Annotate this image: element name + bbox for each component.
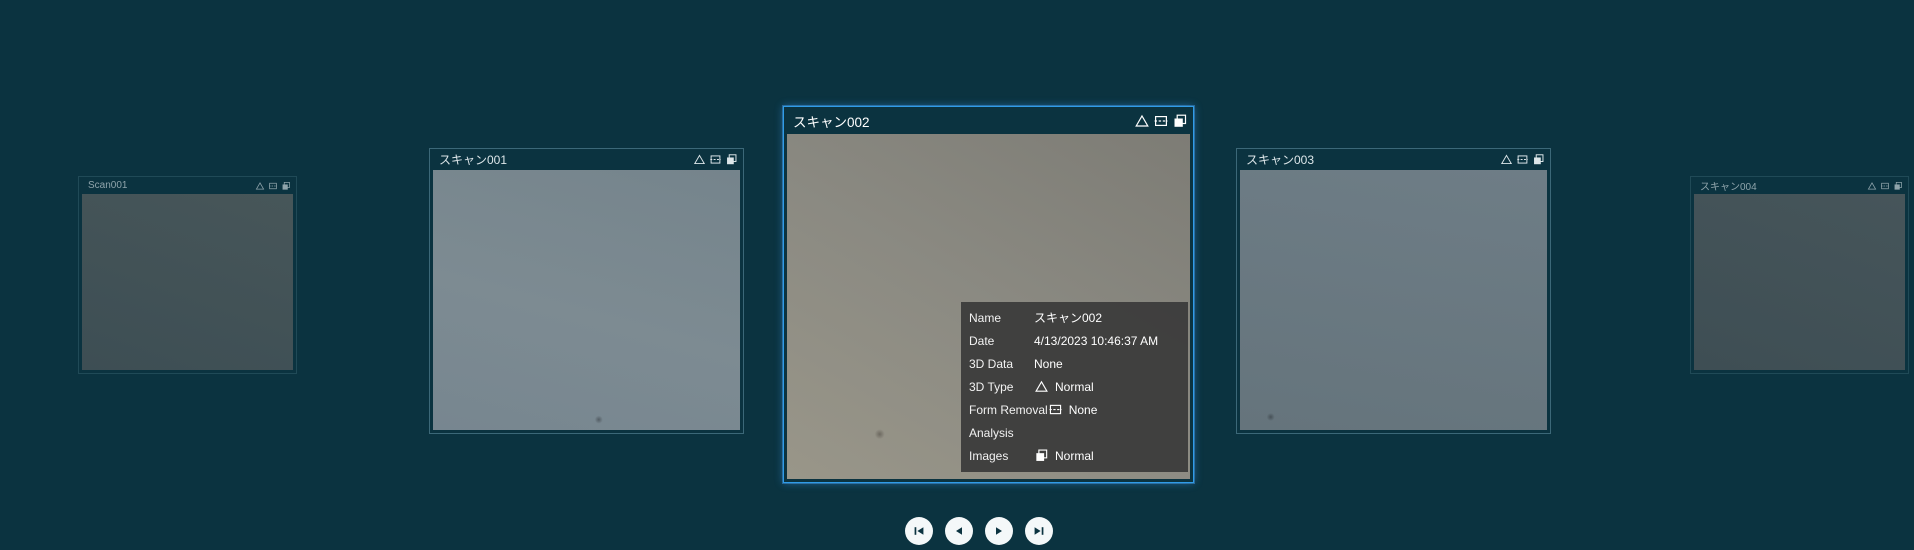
info-value: スキャン002 bbox=[1034, 311, 1103, 325]
card-title-row: スキャン002 bbox=[787, 107, 1190, 134]
form-removal-icon bbox=[268, 181, 278, 191]
scan-card-scan001-en[interactable]: Scan001 bbox=[78, 176, 297, 374]
carousel-nav bbox=[905, 517, 1053, 545]
card-title: スキャン002 bbox=[793, 114, 870, 130]
card-title-row: Scan001 bbox=[82, 177, 293, 194]
scan-info-panel: Name スキャン002 Date 4/13/2023 10:46:37 AM … bbox=[961, 302, 1188, 472]
card-status-icons bbox=[1500, 153, 1545, 166]
info-value: None bbox=[1034, 356, 1063, 371]
info-label: 3D Type bbox=[969, 379, 1014, 394]
info-row-3d-type: 3D Type Normal bbox=[961, 375, 1188, 398]
next-scan-button[interactable] bbox=[985, 517, 1013, 545]
info-value: None bbox=[1068, 402, 1098, 417]
info-value: 4/13/2023 10:46:37 AM bbox=[1034, 333, 1159, 348]
skip-to-first-icon bbox=[911, 523, 927, 539]
info-label: Analysis bbox=[969, 425, 1014, 440]
images-icon bbox=[281, 181, 291, 191]
info-label: Form Removal bbox=[969, 402, 1048, 417]
previous-icon bbox=[951, 523, 967, 539]
previous-scan-button[interactable] bbox=[945, 517, 973, 545]
card-status-icons bbox=[693, 153, 738, 166]
scan-thumbnail[interactable] bbox=[1240, 170, 1547, 430]
card-title-row: スキャン004 bbox=[1694, 177, 1905, 194]
3d-type-triangle-icon bbox=[255, 181, 265, 191]
scan-thumbnail[interactable] bbox=[82, 194, 293, 370]
3d-type-triangle-icon bbox=[1500, 153, 1513, 166]
skip-to-last-icon bbox=[1031, 523, 1047, 539]
card-status-icons bbox=[255, 181, 291, 191]
info-value: Normal bbox=[1055, 448, 1094, 463]
scan-thumbnail[interactable] bbox=[1694, 194, 1905, 370]
card-title: スキャン001 bbox=[439, 153, 508, 167]
scan-card-scan001[interactable]: スキャン001 bbox=[429, 148, 744, 434]
images-icon bbox=[1034, 448, 1049, 463]
info-row-3d-data: 3D Data None bbox=[961, 352, 1188, 375]
3d-type-triangle-icon bbox=[1134, 113, 1150, 129]
info-row-date: Date 4/13/2023 10:46:37 AM bbox=[961, 329, 1188, 352]
form-removal-icon bbox=[709, 153, 722, 166]
form-removal-icon bbox=[1880, 181, 1890, 191]
images-icon bbox=[725, 153, 738, 166]
last-scan-button[interactable] bbox=[1025, 517, 1053, 545]
images-icon bbox=[1172, 113, 1188, 129]
info-label: Name bbox=[969, 310, 1002, 325]
card-title: スキャン004 bbox=[1700, 182, 1757, 193]
info-row-images: Images Normal bbox=[961, 444, 1188, 467]
card-title: Scan001 bbox=[88, 180, 128, 191]
3d-type-triangle-icon bbox=[693, 153, 706, 166]
info-row-form-removal: Form Removal None bbox=[961, 398, 1188, 421]
info-row-name: Name スキャン002 bbox=[961, 306, 1188, 329]
info-label: Date bbox=[969, 333, 995, 348]
form-removal-icon bbox=[1516, 153, 1529, 166]
info-row-analysis: Analysis bbox=[961, 421, 1188, 444]
3d-type-triangle-icon bbox=[1034, 379, 1049, 394]
scan-card-scan003[interactable]: スキャン003 bbox=[1236, 148, 1551, 434]
info-label: Images bbox=[969, 448, 1009, 463]
card-title: スキャン003 bbox=[1246, 153, 1315, 167]
next-icon bbox=[991, 523, 1007, 539]
scan-card-scan002-selected[interactable]: スキャン002 Name スキャン002 Date 4/13/2023 10:4… bbox=[783, 106, 1194, 483]
images-icon bbox=[1532, 153, 1545, 166]
form-removal-icon bbox=[1153, 113, 1169, 129]
3d-type-triangle-icon bbox=[1867, 181, 1877, 191]
card-status-icons bbox=[1134, 113, 1188, 129]
first-scan-button[interactable] bbox=[905, 517, 933, 545]
info-label: 3D Data bbox=[969, 356, 1014, 371]
scan-card-scan004[interactable]: スキャン004 bbox=[1690, 176, 1909, 374]
card-title-row: スキャン001 bbox=[433, 149, 740, 170]
images-icon bbox=[1893, 181, 1903, 191]
card-status-icons bbox=[1867, 181, 1903, 191]
card-title-row: スキャン003 bbox=[1240, 149, 1547, 170]
info-value: Normal bbox=[1055, 379, 1094, 394]
form-removal-icon bbox=[1048, 402, 1063, 417]
scan-thumbnail[interactable] bbox=[433, 170, 740, 430]
